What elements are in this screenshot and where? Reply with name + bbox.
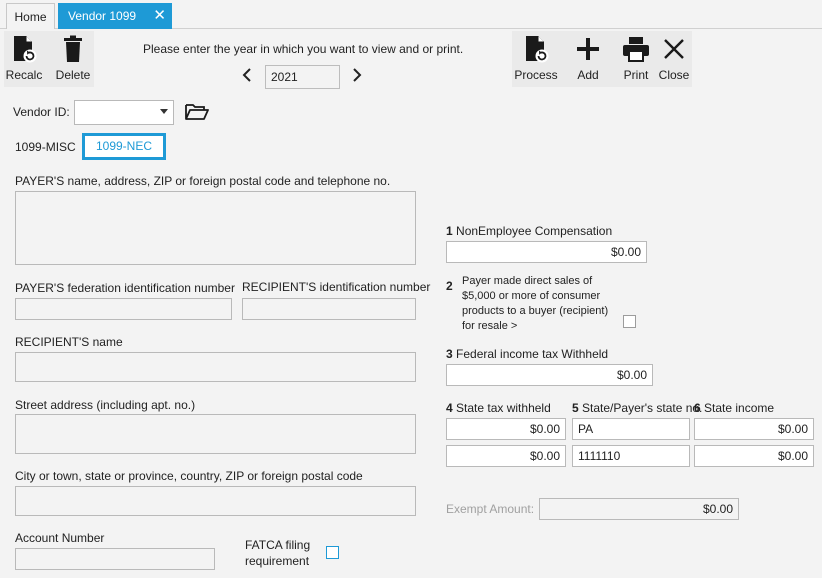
process-icon xyxy=(512,32,560,66)
year-prompt: Please enter the year in which you want … xyxy=(143,42,464,56)
fatca-label-line1: FATCA filing xyxy=(245,538,311,552)
add-label: Add xyxy=(577,68,599,82)
recalc-icon xyxy=(4,32,44,66)
city-field[interactable] xyxy=(15,486,416,516)
box2-line1: Payer made direct sales of xyxy=(462,275,593,287)
payer-fed-id-field[interactable] xyxy=(15,298,232,320)
exempt-amount-field: $0.00 xyxy=(539,498,739,520)
box2-checkbox[interactable] xyxy=(623,315,636,328)
box1-number: 1 xyxy=(446,224,453,238)
state-income-field-2[interactable]: $0.00 xyxy=(694,445,814,467)
close-label: Close xyxy=(658,68,690,82)
vendor-id-dropdown[interactable] xyxy=(74,100,174,125)
state-tax-field-1[interactable]: $0.00 xyxy=(446,418,566,440)
state-no-field-2[interactable]: 1111110 xyxy=(572,445,690,467)
box6-label: 6 State income xyxy=(694,401,774,415)
box4-number: 4 xyxy=(446,401,453,415)
box1-label: 1 NonEmployee Compensation xyxy=(446,224,612,238)
account-number-label: Account Number xyxy=(15,531,105,545)
box3-label: 3 Federal income tax Withheld xyxy=(446,347,608,361)
street-label: Street address (including apt. no.) xyxy=(15,398,196,412)
tab-1099-nec[interactable]: 1099-NEC xyxy=(82,133,166,160)
recalc-button[interactable]: Recalc xyxy=(4,32,44,82)
printer-icon xyxy=(618,32,654,66)
trash-icon xyxy=(52,32,94,66)
state-income-field-1[interactable]: $0.00 xyxy=(694,418,814,440)
box3-number: 3 xyxy=(446,347,453,361)
payer-field[interactable] xyxy=(15,191,416,265)
tab-1099-misc[interactable]: 1099-MISC xyxy=(15,136,76,158)
box5-label: 5 State/Payer's state no. xyxy=(572,401,702,415)
box2-label: Payer made direct sales of $5,000 or mor… xyxy=(462,274,608,334)
next-year-button[interactable] xyxy=(352,68,362,87)
recipient-id-label: RECIPIENT'S identification number xyxy=(242,280,431,294)
delete-button[interactable]: Delete xyxy=(52,32,94,82)
chevron-left-icon xyxy=(242,68,251,82)
process-label: Process xyxy=(514,68,558,82)
print-button[interactable]: Print xyxy=(618,32,654,82)
recipient-id-field[interactable] xyxy=(242,298,416,320)
box5-text: State/Payer's state no. xyxy=(582,401,703,415)
payer-label: PAYER'S name, address, ZIP or foreign po… xyxy=(15,174,391,188)
box3-field[interactable]: $0.00 xyxy=(446,364,653,386)
box1-text: NonEmployee Compensation xyxy=(456,224,613,238)
box2-line4: for resale > xyxy=(462,320,518,332)
tab-close-icon[interactable]: ✕ xyxy=(153,3,166,29)
box6-text: State income xyxy=(704,401,775,415)
vendor-id-label: Vendor ID: xyxy=(13,105,70,119)
box1-field[interactable]: $0.00 xyxy=(446,241,647,263)
recipient-name-label: RECIPIENT'S name xyxy=(15,335,123,349)
add-button[interactable]: Add xyxy=(570,32,606,82)
city-label: City or town, state or province, country… xyxy=(15,469,363,483)
close-button[interactable]: Close xyxy=(656,32,692,82)
caret-down-icon xyxy=(160,109,168,114)
fatca-checkbox[interactable] xyxy=(326,546,339,559)
recalc-label: Recalc xyxy=(5,68,43,82)
chevron-right-icon xyxy=(353,68,362,82)
box5-number: 5 xyxy=(572,401,579,415)
state-no-field-1[interactable]: PA xyxy=(572,418,690,440)
state-tax-field-2[interactable]: $0.00 xyxy=(446,445,566,467)
delete-label: Delete xyxy=(55,68,91,82)
folder-open-icon[interactable] xyxy=(185,103,209,124)
fatca-label-line2: requirement xyxy=(245,554,310,568)
plus-icon xyxy=(570,32,606,66)
close-icon xyxy=(656,32,692,66)
box3-text: Federal income tax Withheld xyxy=(456,347,609,361)
print-label: Print xyxy=(623,68,649,82)
recipient-name-field[interactable] xyxy=(15,352,416,382)
exempt-amount-label: Exempt Amount: xyxy=(446,502,535,516)
box2-line3: products to a buyer (recipient) xyxy=(462,305,609,317)
box2-line2: $5,000 or more of consumer xyxy=(462,290,601,302)
box2-number: 2 xyxy=(446,279,453,293)
box4-text: State tax withheld xyxy=(456,401,551,415)
tab-home[interactable]: Home xyxy=(6,3,55,29)
tab-vendor-label: Vendor 1099 xyxy=(68,9,137,23)
account-number-field[interactable] xyxy=(15,548,215,570)
process-button[interactable]: Process xyxy=(512,32,560,82)
payer-fed-id-label: PAYER'S federation identification number xyxy=(15,281,235,295)
prev-year-button[interactable] xyxy=(242,68,252,87)
tab-vendor-1099[interactable]: Vendor 1099 ✕ xyxy=(58,3,172,29)
box6-number: 6 xyxy=(694,401,701,415)
year-field[interactable]: 2021 xyxy=(265,65,340,89)
street-field[interactable] xyxy=(15,414,416,454)
box4-label: 4 State tax withheld xyxy=(446,401,551,415)
